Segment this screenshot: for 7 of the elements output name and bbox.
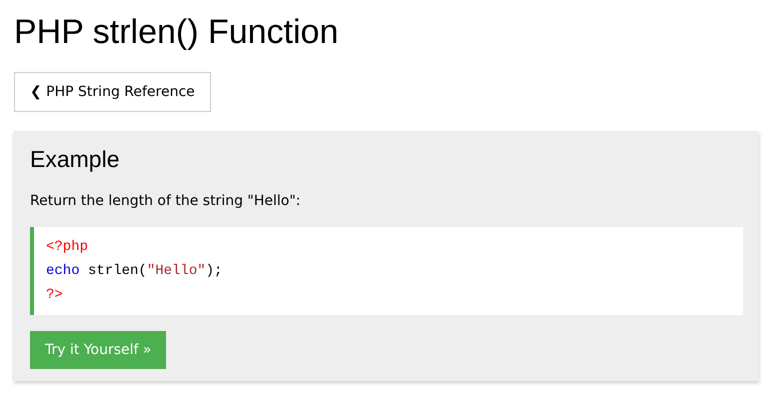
example-description: Return the length of the string "Hello": (30, 192, 302, 211)
example-heading: Example (30, 145, 120, 173)
code-line: ?> (46, 286, 63, 305)
back-link-button[interactable]: ❮ PHP String Reference (14, 72, 211, 112)
page-title: PHP strlen() Function (14, 12, 340, 53)
code-line: <?php (46, 238, 88, 257)
code-line: echo strlen("Hello"); (46, 262, 222, 281)
